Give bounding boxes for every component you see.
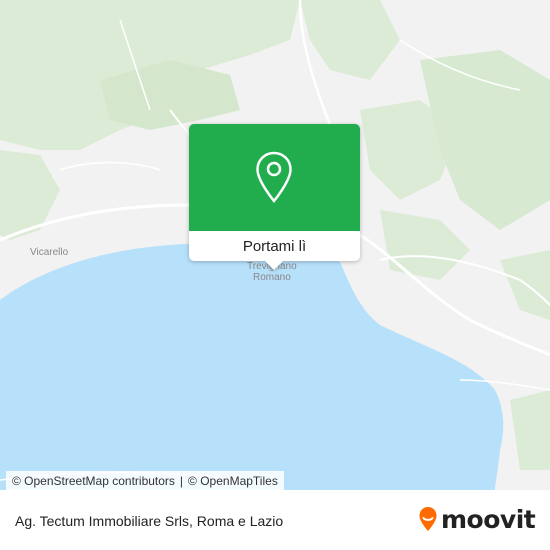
osm-attribution-link[interactable]: © OpenStreetMap contributors [12,474,175,488]
location-pin-icon [255,151,293,208]
moovit-wordmark: moovit [441,504,536,534]
popup-tail [265,261,283,270]
popup-header [189,124,360,231]
place-label-vicarello: Vicarello [30,247,69,258]
attribution-separator: | [179,473,184,488]
map-widget: Vicarello Trevignano Romano Portami lì ©… [0,0,550,550]
place-label-romano: Romano [253,272,291,283]
directions-popup[interactable]: Portami lì [189,124,360,270]
openmaptiles-attribution-link[interactable]: © OpenMapTiles [188,474,278,488]
moovit-pin-icon [419,507,437,531]
take-me-there-button[interactable]: Portami lì [189,231,360,261]
map-attribution: © OpenStreetMap contributors | © OpenMap… [6,471,284,490]
map-view[interactable]: Vicarello Trevignano Romano Portami lì ©… [0,0,550,490]
moovit-logo[interactable]: moovit [418,504,536,534]
place-title: Ag. Tectum Immobiliare Srls, Roma e Lazi… [15,513,284,529]
